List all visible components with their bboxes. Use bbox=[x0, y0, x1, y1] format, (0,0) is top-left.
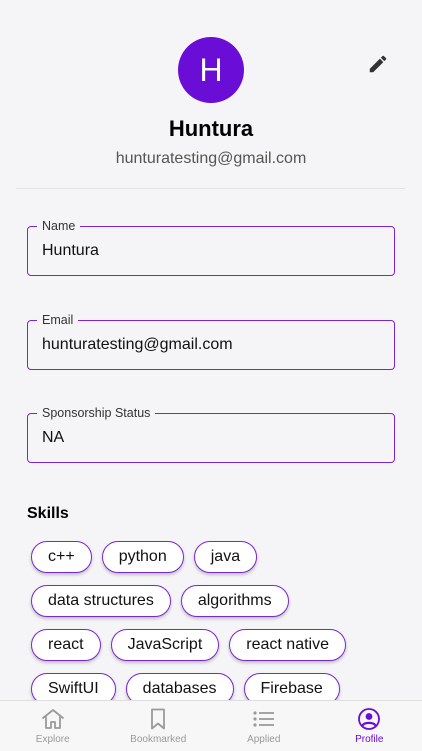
tab-explore[interactable]: Explore bbox=[0, 701, 106, 751]
skill-chip[interactable]: JavaScript bbox=[111, 629, 220, 661]
tab-profile-label: Profile bbox=[355, 734, 383, 745]
tab-applied-label: Applied bbox=[247, 734, 280, 745]
tab-explore-label: Explore bbox=[36, 734, 70, 745]
skills-row: data structures algorithms bbox=[31, 585, 411, 617]
email-field[interactable]: Email hunturatesting@gmail.com bbox=[27, 320, 395, 370]
bookmark-icon bbox=[145, 707, 171, 731]
sponsorship-status-field[interactable]: Sponsorship Status NA bbox=[27, 413, 395, 463]
tab-bookmarked-label: Bookmarked bbox=[130, 734, 186, 745]
skills-row: react JavaScript react native bbox=[31, 629, 411, 661]
list-icon bbox=[251, 707, 277, 731]
skills-heading: Skills bbox=[27, 505, 69, 523]
skill-chip[interactable]: data structures bbox=[31, 585, 171, 617]
skill-chip[interactable]: java bbox=[194, 541, 257, 573]
skill-chip[interactable]: react bbox=[31, 629, 101, 661]
avatar: H bbox=[178, 37, 244, 103]
profile-email: hunturatesting@gmail.com bbox=[0, 150, 422, 168]
email-field-value[interactable]: hunturatesting@gmail.com bbox=[42, 320, 383, 370]
skills-chips: c++ python java data structures algorith… bbox=[31, 541, 411, 717]
divider bbox=[16, 188, 405, 189]
tab-applied[interactable]: Applied bbox=[211, 701, 317, 751]
home-icon bbox=[40, 707, 66, 731]
sponsorship-field-value[interactable]: NA bbox=[42, 413, 383, 463]
skill-chip[interactable]: algorithms bbox=[181, 585, 289, 617]
pencil-icon bbox=[367, 53, 389, 75]
bottom-tab-bar: Explore Bookmarked Applied Profile bbox=[0, 700, 422, 751]
name-field[interactable]: Name Huntura bbox=[27, 226, 395, 276]
avatar-initial: H bbox=[199, 54, 222, 86]
skills-row: c++ python java bbox=[31, 541, 411, 573]
skill-chip[interactable]: c++ bbox=[31, 541, 92, 573]
profile-icon bbox=[356, 707, 382, 731]
tab-bookmarked[interactable]: Bookmarked bbox=[106, 701, 212, 751]
name-field-value[interactable]: Huntura bbox=[42, 226, 383, 276]
profile-header: H Huntura hunturatesting@gmail.com bbox=[0, 0, 422, 190]
skill-chip[interactable]: python bbox=[102, 541, 184, 573]
tab-profile[interactable]: Profile bbox=[317, 701, 422, 751]
edit-profile-button[interactable] bbox=[364, 50, 392, 78]
profile-name: Huntura bbox=[0, 116, 422, 142]
skill-chip[interactable]: react native bbox=[229, 629, 346, 661]
